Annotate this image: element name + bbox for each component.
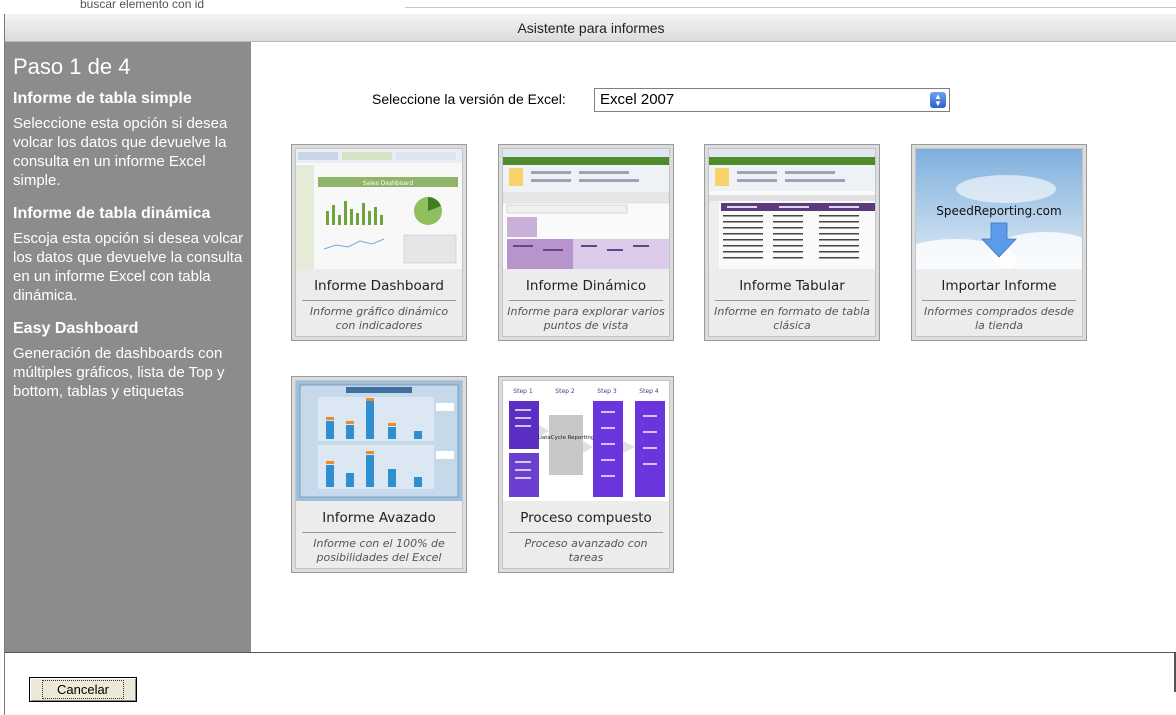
tile-title: Informe Avazado	[302, 501, 456, 533]
tile-description: Informes comprados desde la tienda	[924, 305, 1074, 332]
sidebar-heading-dashboard: Easy Dashboard	[13, 320, 139, 337]
process-thumbnail: Step 1 Step 2 Step 3 Step 4 DataCycle Re…	[503, 381, 669, 501]
tile-title: Informe Dinámico	[509, 269, 663, 301]
wizard-main: Seleccione la versión de Excel: Excel 20…	[251, 42, 1176, 652]
cancel-button-label: Cancelar	[41, 680, 125, 699]
tile-title: Proceso compuesto	[509, 501, 663, 533]
tile-proceso-compuesto[interactable]: Step 1 Step 2 Step 3 Step 4 DataCycle Re…	[498, 376, 674, 573]
report-wizard-dialog: Asistente para informes Paso 1 de 4 Info…	[4, 14, 1176, 715]
excel-version-value: Excel 2007	[600, 91, 675, 108]
import-thumbnail: SpeedReporting.com	[916, 149, 1082, 269]
dialog-title: Asistente para informes	[517, 19, 665, 36]
background-window: buscar elemento con id	[0, 0, 1176, 14]
sidebar-text-dashboard: Generación de dashboards con múltiples g…	[13, 345, 225, 400]
tile-title: Informe Tabular	[715, 269, 869, 301]
tile-description: Informe para explorar varios puntos de v…	[507, 305, 665, 332]
dialog-footer: Cancelar	[5, 652, 1176, 715]
background-divider	[405, 7, 1176, 8]
tile-title: Informe Dashboard	[302, 269, 456, 301]
tile-informe-tabular[interactable]: Informe Tabular Informe en formato de ta…	[704, 144, 880, 341]
excel-version-row: Seleccione la versión de Excel: Excel 20…	[251, 88, 1176, 112]
datacycle-label: DataCycle Reporting	[538, 435, 595, 441]
tile-informe-dashboard[interactable]: Sales Dashboard Informe Dashboard Inform…	[291, 144, 467, 341]
dropdown-spinner-icon[interactable]: ▲ ▼	[930, 92, 946, 108]
tile-description: Informe gráfico dinámico con indicadores	[309, 305, 449, 332]
tile-informe-dinamico[interactable]: Informe Dinámico Informe para explorar v…	[498, 144, 674, 341]
pivot-thumbnail	[503, 149, 669, 269]
tile-importar-informe[interactable]: SpeedReporting.com Importar Informe Info…	[911, 144, 1087, 341]
tile-description: Informe en formato de tabla clásica	[714, 305, 870, 332]
process-step-3: Step 3	[597, 388, 617, 395]
sidebar-heading-simple: Informe de tabla simple	[13, 90, 192, 107]
advanced-thumbnail	[296, 381, 462, 501]
tile-description: Informe con el 100% de posibilidades del…	[313, 537, 445, 564]
process-step-2: Step 2	[555, 388, 575, 395]
step-indicator: Paso 1 de 4	[13, 54, 131, 79]
process-step-1: Step 1	[513, 388, 533, 395]
dialog-titlebar[interactable]: Asistente para informes	[5, 14, 1176, 42]
background-window-text: buscar elemento con id	[80, 0, 205, 11]
process-step-4: Step 4	[639, 388, 659, 395]
tile-informe-avanzado[interactable]: Informe Avazado Informe con el 100% de p…	[291, 376, 467, 573]
dashboard-thumb-title: Sales Dashboard	[363, 180, 414, 187]
sidebar-text-simple: Seleccione esta opción si desea volcar l…	[13, 115, 228, 189]
excel-version-label: Seleccione la versión de Excel:	[372, 91, 566, 107]
tile-title: Importar Informe	[922, 269, 1076, 301]
dashboard-thumbnail: Sales Dashboard	[296, 149, 462, 269]
wizard-sidebar: Paso 1 de 4 Informe de tabla simple Sele…	[5, 42, 251, 652]
sidebar-heading-pivot: Informe de tabla dinámica	[13, 205, 211, 222]
excel-version-select[interactable]: Excel 2007 ▲ ▼	[594, 88, 950, 112]
speedreporting-label: SpeedReporting.com	[936, 204, 1061, 218]
tabular-thumbnail	[709, 149, 875, 269]
sidebar-text-pivot: Escoja esta opción si desea volcar los d…	[13, 230, 244, 304]
cancel-button[interactable]: Cancelar	[29, 677, 137, 702]
tile-description: Proceso avanzado con tareas	[524, 537, 648, 564]
